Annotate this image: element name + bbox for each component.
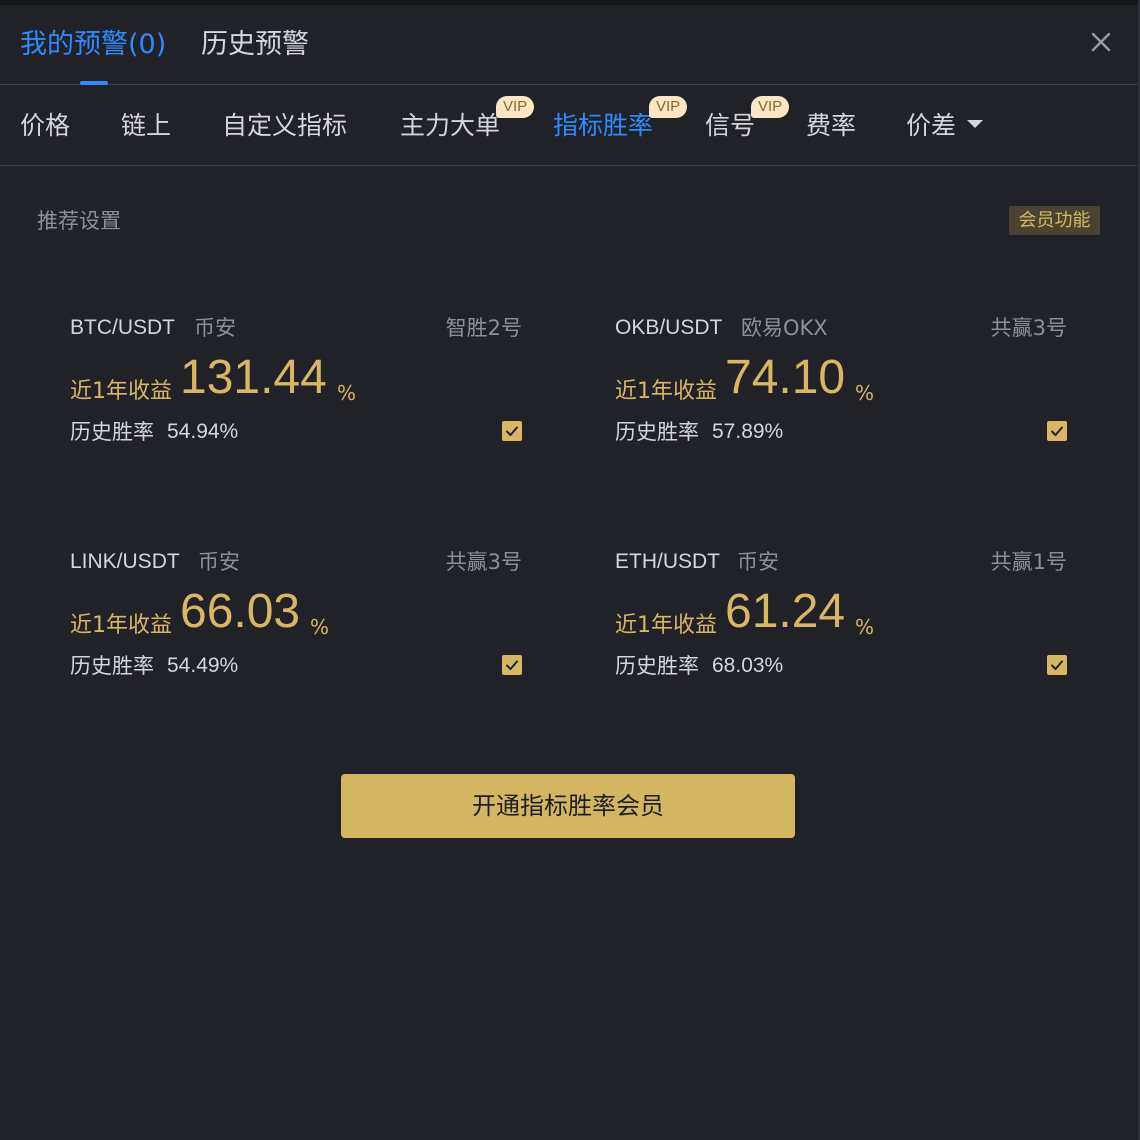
winrate-value: 54.94% [167,420,239,443]
select-checkbox[interactable] [1047,421,1067,441]
section-title: 推荐设置 [37,209,121,233]
strategy-card[interactable]: LINK/USDT 币安 共赢3号 近1年收益 66.03 % 历史胜率 54.… [70,548,522,718]
select-checkbox[interactable] [1047,655,1067,675]
strategy-card[interactable]: BTC/USDT 币安 智胜2号 近1年收益 131.44 % 历史胜率 54.… [70,314,522,484]
return-value: 131.44 [180,351,327,404]
return-unit: % [855,381,875,405]
tab-my-alerts[interactable]: 我的预警(0) [20,25,166,65]
return-label: 近1年收益 [615,613,717,638]
close-icon[interactable] [1086,27,1116,57]
winrate-value: 68.03% [712,654,784,677]
trading-pair: LINK/USDT [70,550,180,573]
vip-badge: VIP [496,96,535,118]
select-checkbox[interactable] [502,655,522,675]
activate-membership-button[interactable]: 开通指标胜率会员 [341,774,795,838]
active-tab-indicator [80,81,108,85]
subtab-custom-indicator[interactable]: 自定义指标 [222,106,347,146]
return-unit: % [337,381,357,405]
exchange-name: 币安 [737,550,779,574]
trading-pair: ETH/USDT [615,550,720,573]
strategy-card[interactable]: ETH/USDT 币安 共赢1号 近1年收益 61.24 % 历史胜率 68.0… [615,548,1067,718]
subtab-price[interactable]: 价格 [20,106,70,146]
strategy-name: 共赢3号 [445,550,522,574]
select-checkbox[interactable] [502,421,522,441]
return-label: 近1年收益 [70,379,172,404]
chevron-down-icon[interactable] [967,120,983,128]
strategy-name: 共赢1号 [990,550,1067,574]
return-unit: % [855,615,875,639]
subtab-indicator-winrate[interactable]: 指标胜率 [553,106,653,146]
subtab-spread[interactable]: 价差 [906,106,956,146]
winrate-label: 历史胜率 [615,420,699,444]
strategy-card[interactable]: OKB/USDT 欧易OKX 共赢3号 近1年收益 74.10 % 历史胜率 5… [615,314,1067,484]
subtab-onchain[interactable]: 链上 [121,106,171,146]
return-label: 近1年收益 [615,379,717,404]
winrate-value: 57.89% [712,420,784,443]
alert-header: 我的预警(0) 历史预警 [0,5,1138,85]
exchange-name: 币安 [194,316,236,340]
return-unit: % [310,615,330,639]
vip-badge: VIP [751,96,790,118]
trading-pair: BTC/USDT [70,316,175,339]
vip-badge: VIP [649,96,688,118]
exchange-name: 币安 [198,550,240,574]
trading-pair: OKB/USDT [615,316,723,339]
winrate-value: 54.49% [167,654,239,677]
member-feature-badge: 会员功能 [1009,206,1100,235]
subtab-funding-rate[interactable]: 费率 [806,106,856,146]
return-value: 61.24 [725,585,846,638]
strategy-name: 共赢3号 [990,316,1067,340]
subtab-whale-orders[interactable]: 主力大单 [400,106,500,146]
winrate-label: 历史胜率 [70,420,154,444]
exchange-name: 欧易OKX [741,316,828,340]
winrate-label: 历史胜率 [615,654,699,678]
return-label: 近1年收益 [70,613,172,638]
winrate-label: 历史胜率 [70,654,154,678]
strategy-name: 智胜2号 [445,316,522,340]
tab-history-alerts[interactable]: 历史预警 [201,25,309,65]
return-value: 74.10 [725,351,846,404]
return-value: 66.03 [180,585,301,638]
subtab-signal[interactable]: 信号 [705,106,755,146]
